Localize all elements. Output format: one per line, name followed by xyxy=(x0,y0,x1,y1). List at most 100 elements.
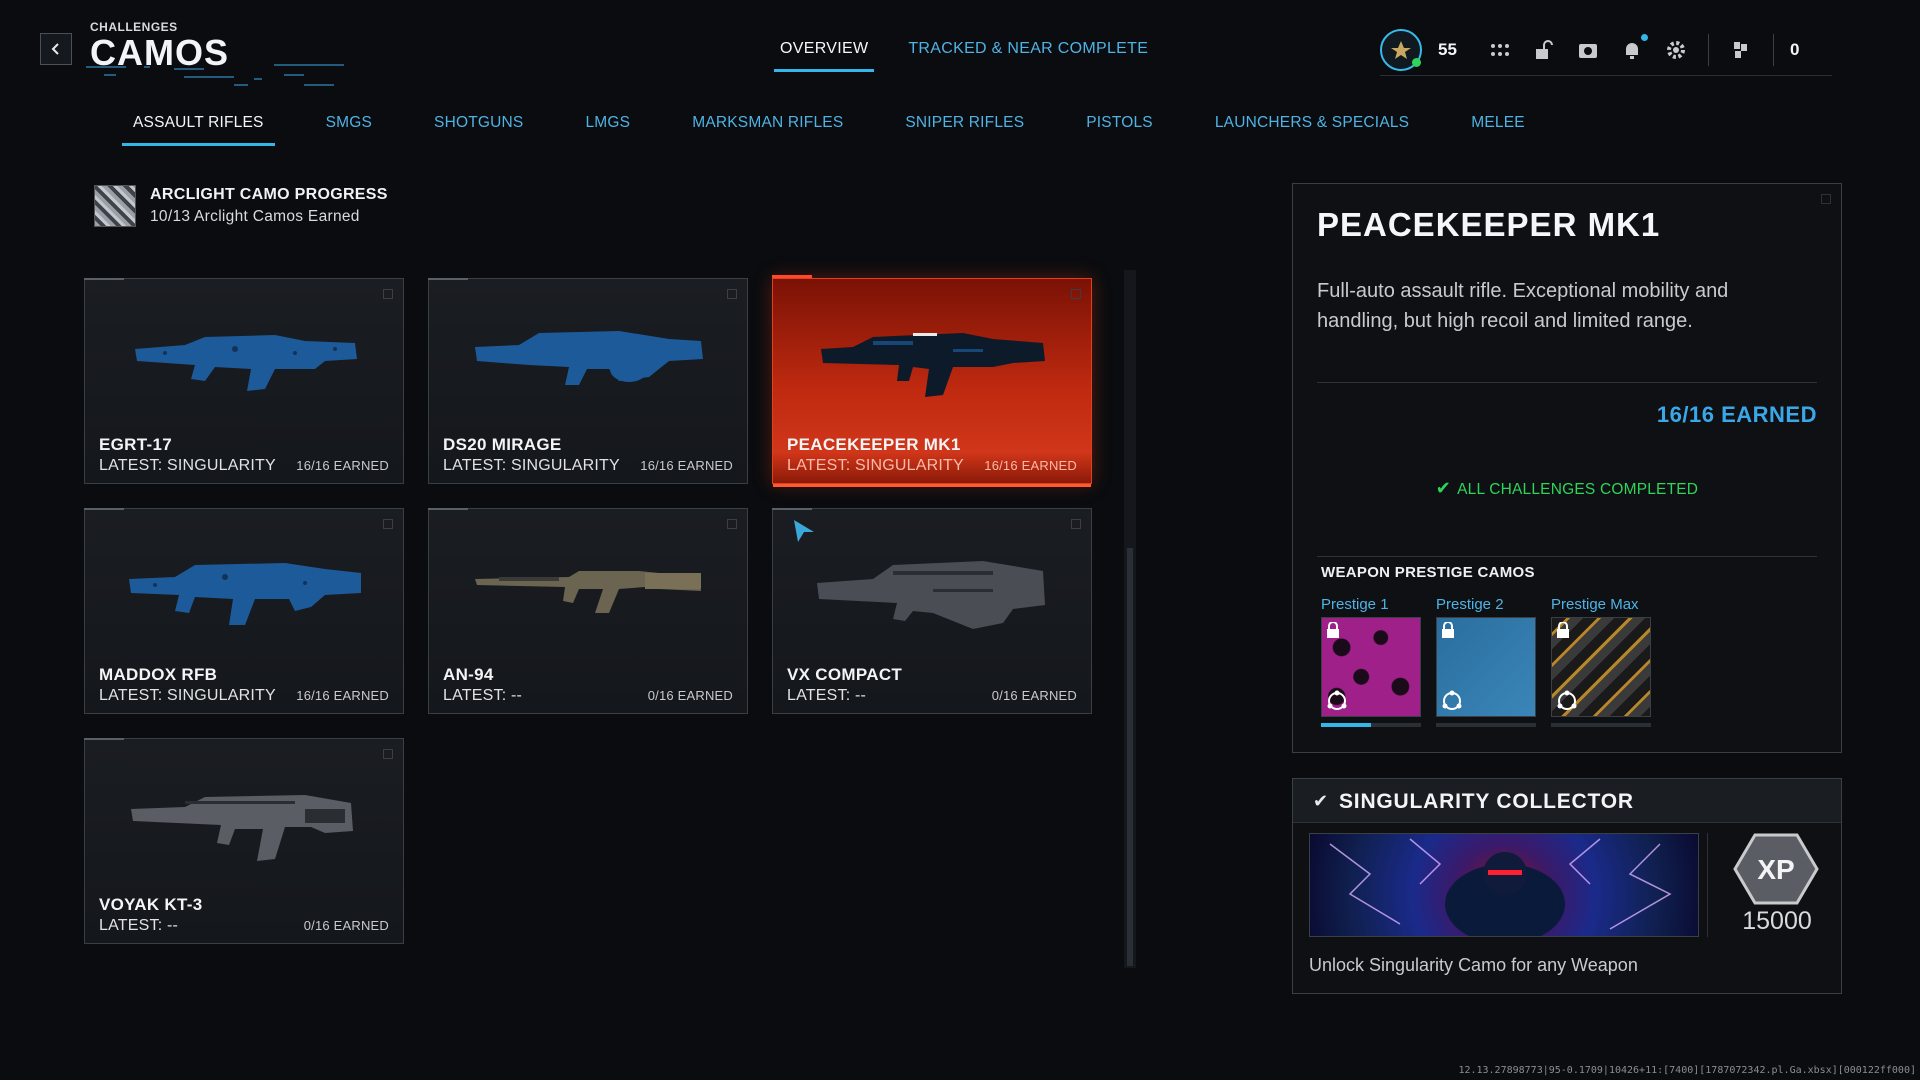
weapon-image xyxy=(129,563,361,625)
divider xyxy=(1317,556,1817,557)
card-corner-marker xyxy=(383,749,393,759)
prestige-swatch xyxy=(1321,617,1421,717)
weapon-image xyxy=(135,335,357,391)
xp-badge-label: XP xyxy=(1757,854,1794,885)
tab-tracked-near-complete[interactable]: TRACKED & NEAR COMPLETE xyxy=(908,40,1148,72)
collector-header: ✔ SINGULARITY COLLECTOR xyxy=(1293,779,1841,823)
weapon-earned-count: 16/16 EARNED xyxy=(296,688,389,703)
singularity-collector-panel[interactable]: ✔ SINGULARITY COLLECTOR XP 15000 Unlock … xyxy=(1292,778,1842,994)
weapon-image xyxy=(475,331,703,385)
arclight-progress-text: 10/13 Arclight Camos Earned xyxy=(150,208,360,225)
card-corner-marker xyxy=(727,289,737,299)
scrollbar-thumb[interactable] xyxy=(1127,548,1133,966)
arclight-camo-thumbnail xyxy=(94,185,136,227)
bell-icon[interactable] xyxy=(1610,28,1654,72)
weapon-card-ds20-mirage[interactable]: DS20 MIRAGE LATEST: SINGULARITY 16/16 EA… xyxy=(428,278,748,484)
hud-bar: 55 0 xyxy=(1380,24,1832,76)
weapon-card-egrt-17[interactable]: EGRT-17 LATEST: SINGULARITY 16/16 EARNED xyxy=(84,278,404,484)
gear-icon[interactable] xyxy=(1654,28,1698,72)
tab-launchers-specials[interactable]: LAUNCHERS & SPECIALS xyxy=(1204,114,1420,146)
panel-corner-marker xyxy=(1821,194,1831,204)
weapon-detail-panel: PEACEKEEPER MK1 Full-auto assault rifle.… xyxy=(1292,183,1842,753)
weapon-detail-description: Full-auto assault rifle. Exceptional mob… xyxy=(1317,280,1729,332)
hud-divider xyxy=(1773,33,1774,66)
weapon-image xyxy=(475,571,701,613)
singularity-camo-image xyxy=(1309,833,1699,937)
weapon-name: AN-94 xyxy=(443,665,494,684)
divider xyxy=(1317,382,1817,383)
tab-melee[interactable]: MELEE xyxy=(1460,114,1536,146)
card-corner-marker xyxy=(727,519,737,529)
title-decoration xyxy=(86,64,344,86)
weapon-detail-earned: 16/16 EARNED xyxy=(1656,402,1817,427)
prestige-camo-max[interactable]: Prestige Max xyxy=(1551,596,1651,727)
prestige-label: Prestige 1 xyxy=(1321,596,1389,613)
tab-smgs[interactable]: SMGS xyxy=(315,114,383,146)
weapon-name: EGRT-17 xyxy=(99,435,172,454)
chevron-left-icon xyxy=(51,43,59,55)
weapon-name: VOYAK KT-3 xyxy=(99,895,203,914)
challenges-status-text: ALL CHALLENGES COMPLETED xyxy=(1457,481,1699,498)
prestige-progress-bar xyxy=(1436,723,1536,727)
hud-divider xyxy=(1708,33,1709,66)
prestige-symbol-icon xyxy=(1327,690,1347,710)
weapon-earned-count: 16/16 EARNED xyxy=(296,458,389,473)
prestige-label: Prestige 2 xyxy=(1436,596,1504,613)
grid-menu-icon[interactable] xyxy=(1478,28,1522,72)
tab-overview[interactable]: OVERVIEW xyxy=(773,40,875,72)
tab-sniper-rifles[interactable]: SNIPER RIFLES xyxy=(894,114,1035,146)
weapon-latest-camo: LATEST: SINGULARITY xyxy=(99,687,276,704)
camera-icon[interactable] xyxy=(1566,28,1610,72)
weapon-earned-count: 0/16 EARNED xyxy=(303,918,389,933)
card-corner-marker xyxy=(1071,289,1081,299)
card-corner-marker xyxy=(1071,519,1081,529)
currency-icon[interactable] xyxy=(1719,28,1763,72)
weapon-card-peacekeeper-mk1[interactable]: PEACEKEEPER MK1 LATEST: SINGULARITY 16/1… xyxy=(772,275,1092,487)
prestige-camos-row: Prestige 1 Prestige 2 Prestige Max xyxy=(1321,596,1651,727)
weapon-earned-count: 0/16 EARNED xyxy=(647,688,733,703)
notification-dot xyxy=(1641,33,1648,41)
weapon-card-an-94[interactable]: AN-94 LATEST: -- 0/16 EARNED xyxy=(428,508,748,714)
online-status-dot xyxy=(1412,57,1421,67)
xp-badge-icon: XP xyxy=(1733,833,1819,905)
prestige-swatch xyxy=(1551,617,1651,717)
tab-assault-rifles[interactable]: ASSAULT RIFLES xyxy=(122,114,275,146)
weapon-card-voyak-kt-3[interactable]: VOYAK KT-3 LATEST: -- 0/16 EARNED xyxy=(84,738,404,944)
weapon-latest-camo: LATEST: SINGULARITY xyxy=(99,457,276,474)
tab-shotguns[interactable]: SHOTGUNS xyxy=(423,114,534,146)
weapon-image xyxy=(821,333,1045,397)
prestige-swatch xyxy=(1436,617,1536,717)
unlock-icon[interactable] xyxy=(1522,28,1566,72)
back-button[interactable] xyxy=(40,33,72,65)
prestige-camo-2[interactable]: Prestige 2 xyxy=(1436,596,1536,727)
tab-lmgs[interactable]: LMGS xyxy=(574,114,641,146)
top-tabs: OVERVIEW TRACKED & NEAR COMPLETE xyxy=(773,40,1148,72)
weapon-image xyxy=(131,795,353,861)
tab-pistols[interactable]: PISTOLS xyxy=(1075,114,1164,146)
challenges-status: ✔ ALL CHALLENGES COMPLETED xyxy=(1293,478,1841,499)
weapon-name: MADDOX RFB xyxy=(99,665,218,684)
weapon-card-vx-compact[interactable]: VX COMPACT LATEST: -- 0/16 EARNED xyxy=(772,508,1092,714)
currency-amount: 0 xyxy=(1790,39,1800,59)
rank-emblem-icon[interactable] xyxy=(1380,28,1422,71)
xp-reward-value: 15000 xyxy=(1742,907,1812,935)
arclight-title: ARCLIGHT CAMO PROGRESS xyxy=(150,186,388,203)
checkmark-icon: ✔ xyxy=(1435,478,1452,498)
weapon-earned-count: 16/16 EARNED xyxy=(984,458,1077,473)
weapon-earned-count: 0/16 EARNED xyxy=(991,688,1077,703)
weapon-detail-title: PEACEKEEPER MK1 xyxy=(1317,206,1661,243)
lock-icon xyxy=(1557,622,1569,638)
tab-marksman-rifles[interactable]: MARKSMAN RIFLES xyxy=(681,114,854,146)
weapon-latest-camo: LATEST: -- xyxy=(443,687,523,704)
cursor-icon xyxy=(794,520,814,542)
weapon-name: DS20 MIRAGE xyxy=(443,435,562,454)
prestige-progress-bar xyxy=(1551,723,1651,727)
prestige-camo-1[interactable]: Prestige 1 xyxy=(1321,596,1421,727)
prestige-label: Prestige Max xyxy=(1551,596,1639,613)
weapon-grid-scrollbar[interactable] xyxy=(1124,270,1136,968)
prestige-progress-fill xyxy=(1321,723,1371,727)
arclight-progress[interactable]: ARCLIGHT CAMO PROGRESS 10/13 Arclight Ca… xyxy=(94,185,388,227)
weapon-card-maddox-rfb[interactable]: MADDOX RFB LATEST: SINGULARITY 16/16 EAR… xyxy=(84,508,404,714)
prestige-camos-title: WEAPON PRESTIGE CAMOS xyxy=(1321,564,1535,581)
weapon-name: PEACEKEEPER MK1 xyxy=(787,435,961,454)
